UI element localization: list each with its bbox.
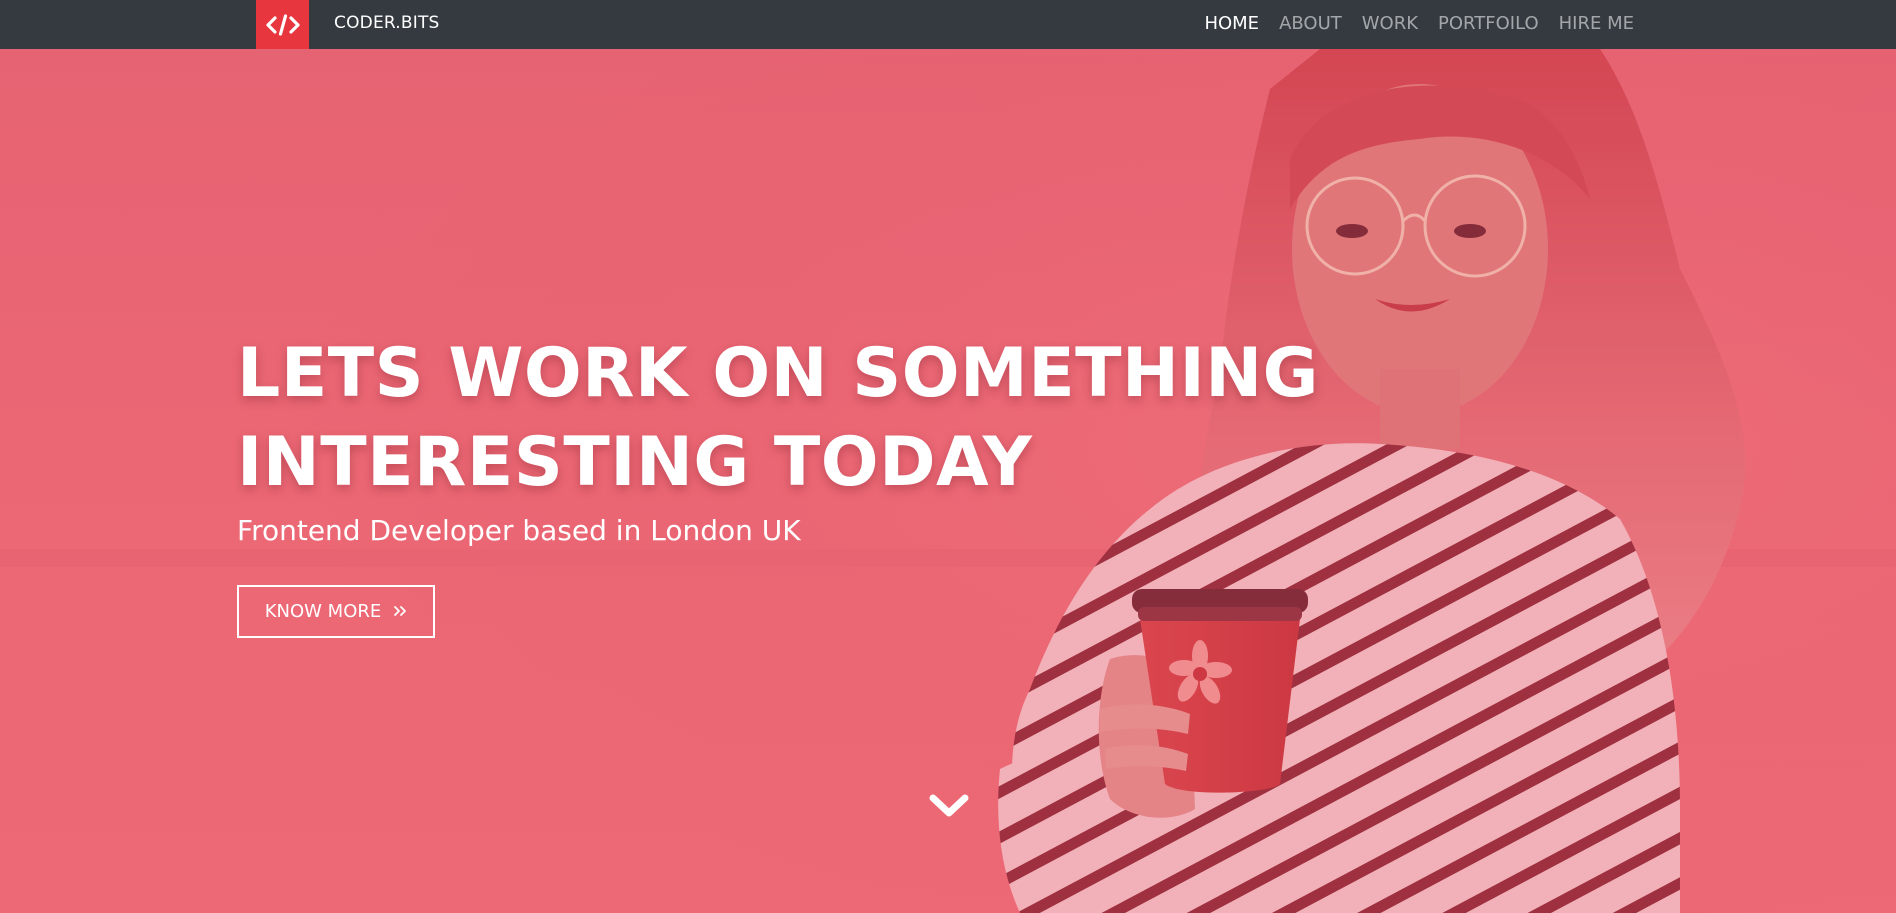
page: CODER.BITS HOME ABOUT WORK PORTFOILO HIR… (0, 0, 1896, 913)
double-chevron-right-icon (393, 603, 407, 621)
know-more-button[interactable]: KNOW MORE (237, 585, 435, 638)
nav-item-portfolio[interactable]: PORTFOILO (1438, 13, 1539, 34)
hero-title: LETS WORK ON SOMETHING INTERESTING TODAY (237, 329, 1337, 507)
nav-item-about[interactable]: ABOUT (1279, 13, 1342, 34)
hero-section: LETS WORK ON SOMETHING INTERESTING TODAY… (0, 49, 1896, 913)
nav-menu: HOME ABOUT WORK PORTFOILO HIRE ME (1204, 12, 1634, 36)
nav-item-hire-me[interactable]: HIRE ME (1559, 13, 1634, 34)
code-brackets-icon (265, 13, 300, 37)
hero-title-line-2: INTERESTING TODAY (237, 423, 1033, 502)
hero-subtitle: Frontend Developer based in London UK (237, 514, 801, 547)
navbar: CODER.BITS HOME ABOUT WORK PORTFOILO HIR… (0, 0, 1896, 49)
hero-title-line-1: LETS WORK ON SOMETHING (237, 334, 1319, 413)
chevron-down-icon (929, 794, 969, 824)
nav-item-work[interactable]: WORK (1362, 13, 1418, 34)
brand-name[interactable]: CODER.BITS (334, 12, 440, 34)
hero-content: LETS WORK ON SOMETHING INTERESTING TODAY… (237, 329, 1337, 549)
brand-logo[interactable] (256, 0, 309, 49)
nav-item-home[interactable]: HOME (1204, 13, 1259, 34)
scroll-down-button[interactable] (929, 790, 969, 820)
know-more-label: KNOW MORE (264, 601, 382, 622)
